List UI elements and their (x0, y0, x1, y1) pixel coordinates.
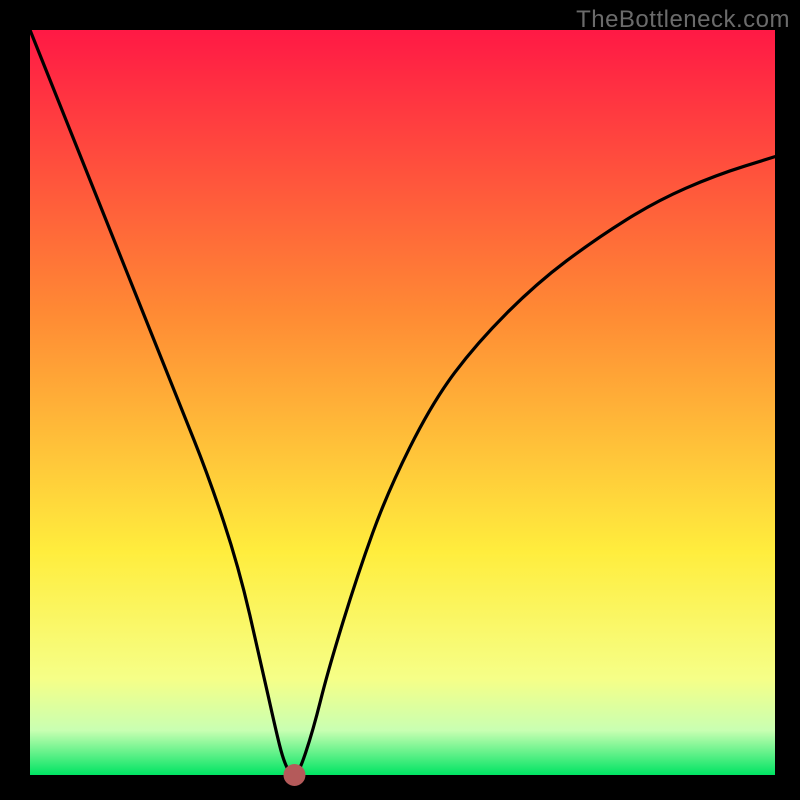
chart-frame: TheBottleneck.com (0, 0, 800, 800)
watermark-text: TheBottleneck.com (576, 6, 790, 34)
plot-area (30, 30, 775, 775)
chart-svg (0, 0, 800, 800)
optimum-marker (283, 764, 305, 786)
